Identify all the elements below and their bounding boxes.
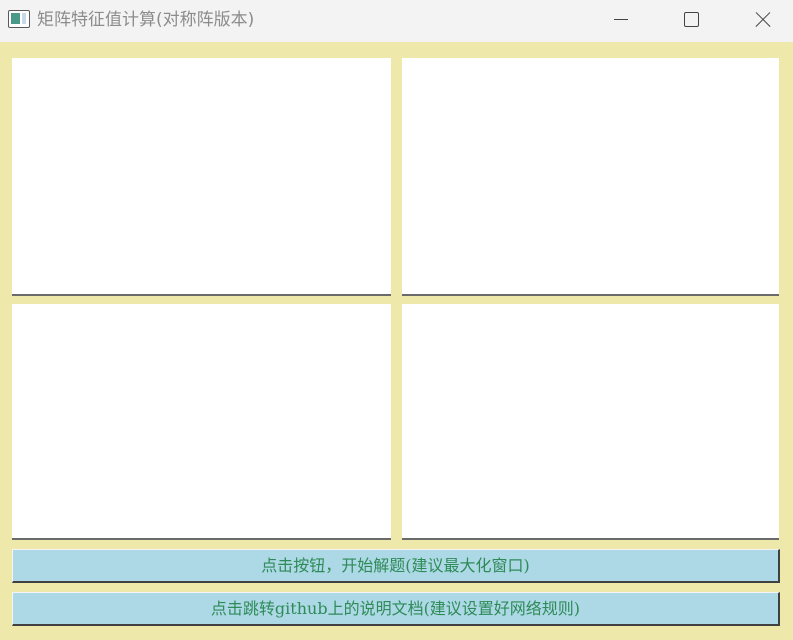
window-title: 矩阵特征值计算(对称阵版本) [37, 10, 255, 30]
open-github-docs-button[interactable]: 点击跳转github上的说明文档(建议设置好网络规则) [12, 592, 780, 626]
maximize-button[interactable] [656, 0, 726, 42]
start-solve-button[interactable]: 点击按钮，开始解题(建议最大化窗口) [12, 549, 780, 583]
minimize-button[interactable] [586, 0, 656, 42]
panel-top-left [12, 58, 391, 296]
close-button[interactable] [726, 0, 793, 42]
panel-top-right [402, 58, 779, 296]
title-bar[interactable]: 矩阵特征值计算(对称阵版本) [0, 0, 793, 42]
panel-bottom-right [402, 304, 779, 540]
panel-bottom-left [12, 304, 391, 540]
app-window-icon [8, 10, 30, 28]
